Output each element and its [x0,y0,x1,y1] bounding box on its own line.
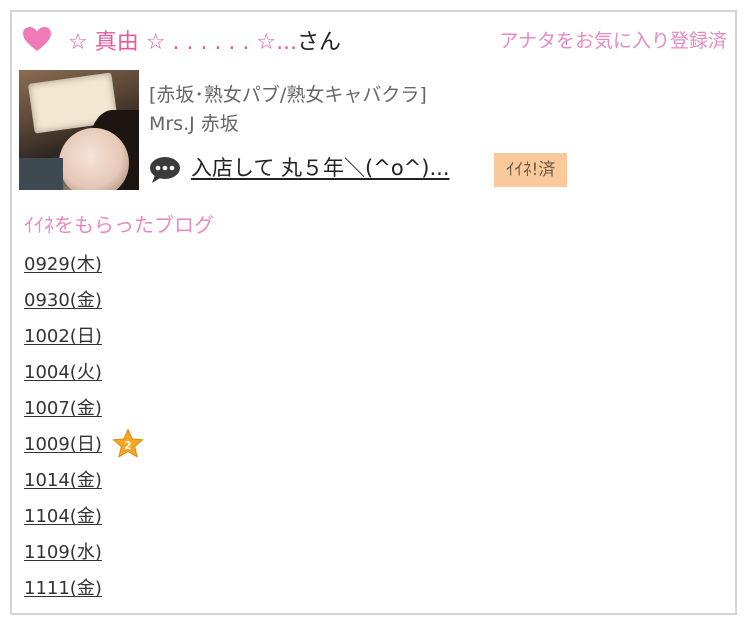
list-item: 1007(金) [24,396,102,432]
iine-done-badge[interactable]: ｲｲﾈ!済 [494,153,568,187]
star-badge-count: 2 [124,439,132,452]
list-item: 1009(日) 2 [24,428,144,468]
liked-blog-list: 0929(木) 0930(金) 1002(日) 1004(火) 1007(金) … [24,252,144,612]
blog-date-link[interactable]: 1009(日) [24,434,102,455]
star-badge-icon: 2 [112,428,144,458]
blog-date-link[interactable]: 0930(金) [24,290,102,311]
heart-icon [23,27,51,51]
cast-name-text: ☆ 真由 ☆ . . . . . . ☆... [68,30,298,55]
cast-name-suffix: さん [297,30,342,55]
list-item: 1104(金) [24,504,102,540]
shop-category: [赤坂･熟女パブ/熟女キャバクラ] [149,84,427,106]
list-item: 1002(日) [24,324,102,360]
cast-photo[interactable] [19,70,139,190]
blog-date-link[interactable]: 0929(木) [24,254,102,275]
blog-date-link[interactable]: 1109(水) [24,542,102,563]
liked-blogs-heading: ｲｲﾈをもらったブログ [24,213,214,237]
list-item: 1014(金) [24,468,102,504]
blog-date-link[interactable]: 1014(金) [24,470,102,491]
favorite-status: アナタをお気に入り登録済 [499,30,727,52]
card-header: ☆ 真由 ☆ . . . . . . ☆...さん アナタをお気に入り登録済 [22,22,727,58]
photo-face-shape [59,128,129,190]
list-item: 1111(金) [24,576,102,612]
shop-name: Mrs.J 赤坂 [149,113,239,135]
list-item: 1109(水) [24,540,102,576]
blog-date-link[interactable]: 1002(日) [24,326,102,347]
list-item: 0930(金) [24,288,102,324]
list-item: 1004(火) [24,360,102,396]
list-item: 0929(木) [24,252,102,288]
speech-bubble-icon [150,157,180,183]
blog-date-link[interactable]: 1111(金) [24,578,102,599]
favorite-card: ☆ 真由 ☆ . . . . . . ☆...さん アナタをお気に入り登録済 [… [10,10,737,615]
post-title-link[interactable]: 入店して 丸５年＼(^o^)... [191,152,450,182]
blog-date-link[interactable]: 1104(金) [24,506,102,527]
cast-name[interactable]: ☆ 真由 ☆ . . . . . . ☆...さん [68,24,341,56]
blog-date-link[interactable]: 1004(火) [24,362,102,383]
blog-date-link[interactable]: 1007(金) [24,398,102,419]
photo-background-shape [19,158,63,190]
